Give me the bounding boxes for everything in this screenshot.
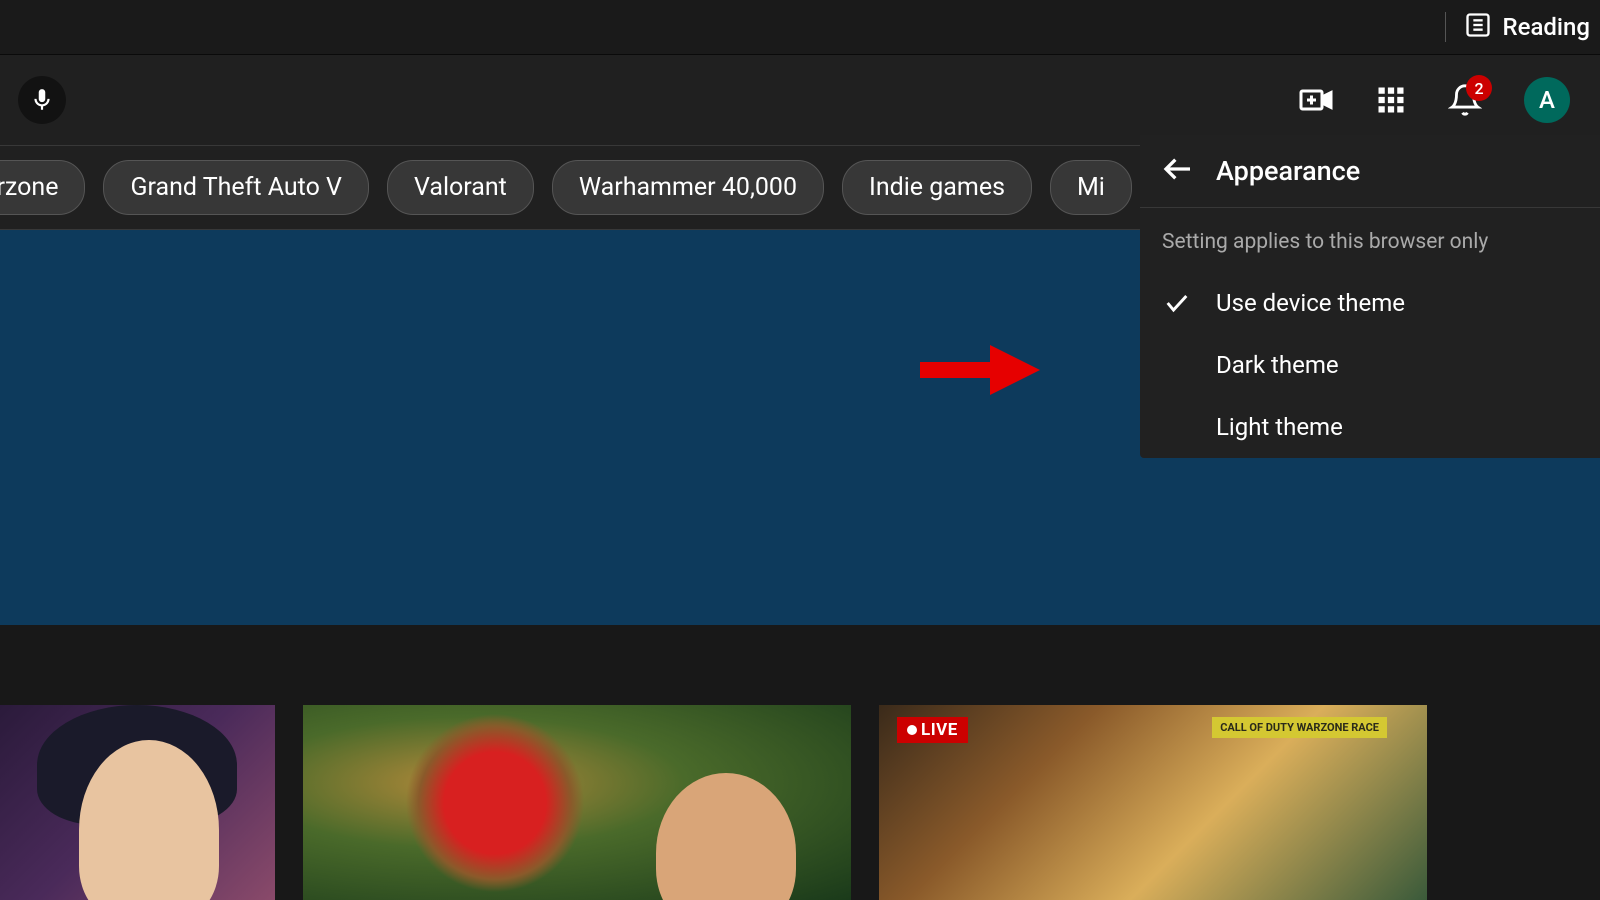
live-label: LIVE — [921, 720, 958, 740]
option-light-theme[interactable]: Light theme — [1140, 396, 1600, 458]
browser-toolbar: Reading — [0, 0, 1600, 55]
voice-search-button[interactable] — [18, 76, 66, 124]
apps-grid-icon — [1376, 85, 1406, 115]
chip-warhammer[interactable]: Warhammer 40,000 — [552, 160, 824, 215]
reading-mode-button[interactable]: Reading — [1464, 11, 1590, 43]
chip-partial[interactable]: Mi — [1050, 160, 1132, 215]
video-thumbnails-row: LIVE CALL OF DUTY WARZONE RACE — [0, 705, 1600, 900]
live-badge: LIVE — [897, 717, 968, 743]
option-use-device-theme[interactable]: Use device theme — [1140, 272, 1600, 334]
content-divider — [0, 625, 1600, 705]
apps-button[interactable] — [1376, 85, 1406, 115]
back-button[interactable] — [1162, 153, 1194, 189]
user-avatar[interactable]: A — [1524, 77, 1570, 123]
check-icon-container — [1162, 289, 1192, 317]
panel-header: Appearance — [1140, 135, 1600, 208]
video-thumbnail-3[interactable]: LIVE CALL OF DUTY WARZONE RACE — [879, 705, 1427, 900]
option-label: Dark theme — [1216, 351, 1339, 379]
notification-count-badge: 2 — [1466, 75, 1492, 101]
chip-gta5[interactable]: Grand Theft Auto V — [103, 160, 369, 215]
reading-list-icon — [1464, 11, 1492, 43]
video-thumbnail-2[interactable] — [303, 705, 851, 900]
video-thumbnail-1[interactable] — [0, 705, 275, 900]
option-label: Use device theme — [1216, 289, 1405, 317]
header-bar: 2 A — [0, 55, 1600, 145]
live-dot-icon — [907, 725, 917, 735]
chip-valorant[interactable]: Valorant — [387, 160, 534, 215]
browser-divider — [1445, 12, 1446, 42]
annotation-arrow — [915, 340, 1045, 404]
notifications-button[interactable]: 2 — [1448, 83, 1482, 117]
red-arrow-icon — [915, 340, 1045, 400]
panel-title: Appearance — [1216, 155, 1360, 187]
chip-indie-games[interactable]: Indie games — [842, 160, 1032, 215]
reading-label: Reading — [1502, 13, 1590, 41]
appearance-menu-panel: Appearance Setting applies to this brows… — [1140, 135, 1600, 458]
microphone-icon — [29, 87, 55, 113]
option-dark-theme[interactable]: Dark theme — [1140, 334, 1600, 396]
option-label: Light theme — [1216, 413, 1343, 441]
arrow-left-icon — [1162, 153, 1194, 185]
thumbnail-overlay-text: CALL OF DUTY WARZONE RACE — [1212, 717, 1387, 738]
check-icon — [1163, 289, 1191, 317]
chip-warzone[interactable]: y: Warzone — [0, 160, 85, 215]
create-button[interactable] — [1298, 82, 1334, 118]
panel-subtitle: Setting applies to this browser only — [1140, 208, 1600, 272]
create-video-icon — [1298, 82, 1334, 118]
